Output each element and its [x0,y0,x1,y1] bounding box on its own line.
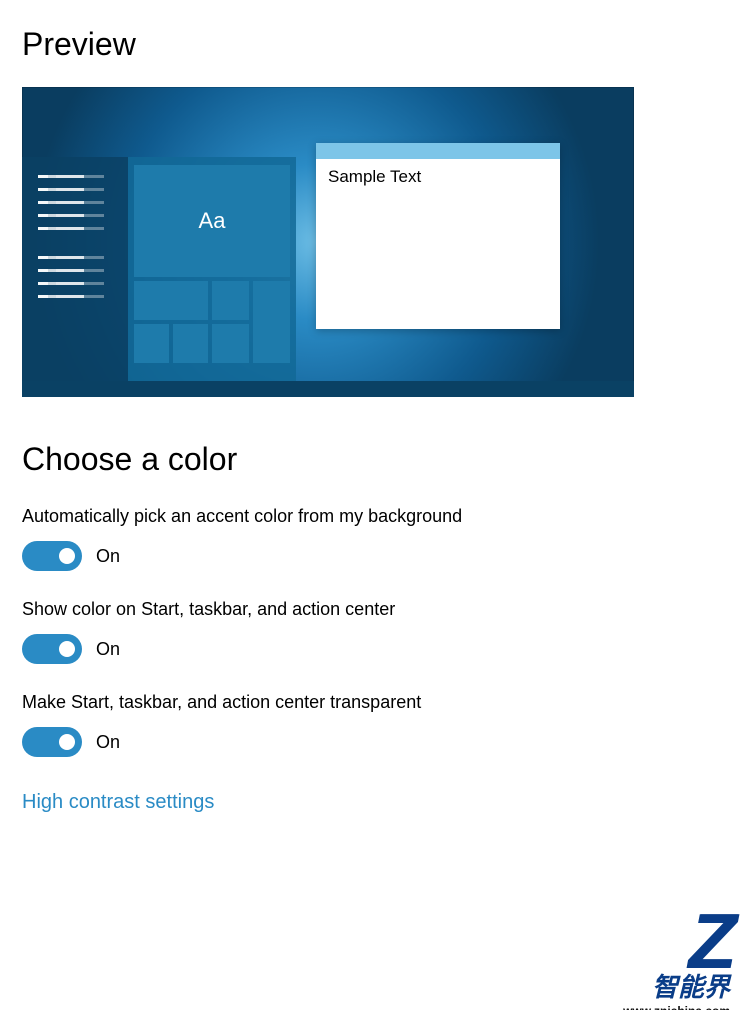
preview-image: Aa Sample Text [22,87,634,397]
control-label: Make Start, taskbar, and action center t… [22,692,718,713]
start-menu-list [22,157,128,381]
start-menu-mock: Aa [22,157,296,381]
control-label: Show color on Start, taskbar, and action… [22,599,718,620]
toggle-state: On [96,732,120,753]
control-label: Automatically pick an accent color from … [22,506,718,527]
section-title-preview: Preview [22,26,718,63]
toggle-state: On [96,639,120,660]
watermark-title: 智能界 [623,967,730,1004]
sample-window-text: Sample Text [316,159,560,195]
sample-window: Sample Text [316,143,560,329]
sample-window-titlebar [316,143,560,159]
watermark-logo-icon: Z [623,914,730,969]
section-title-choose-color: Choose a color [22,441,718,478]
control-transparent: Make Start, taskbar, and action center t… [22,692,718,757]
font-tile: Aa [134,165,290,277]
watermark-url: www.znjchina.com [623,1004,730,1010]
watermark: Z 智能界 www.znjchina.com [623,914,730,1010]
link-high-contrast[interactable]: High contrast settings [22,791,214,814]
toggle-auto-accent[interactable] [22,541,82,571]
start-menu-tiles: Aa [128,157,296,381]
control-show-color: Show color on Start, taskbar, and action… [22,599,718,664]
toggle-show-color[interactable] [22,634,82,664]
control-auto-accent: Automatically pick an accent color from … [22,506,718,571]
toggle-transparent[interactable] [22,727,82,757]
taskbar-mock [22,381,634,397]
toggle-state: On [96,546,120,567]
